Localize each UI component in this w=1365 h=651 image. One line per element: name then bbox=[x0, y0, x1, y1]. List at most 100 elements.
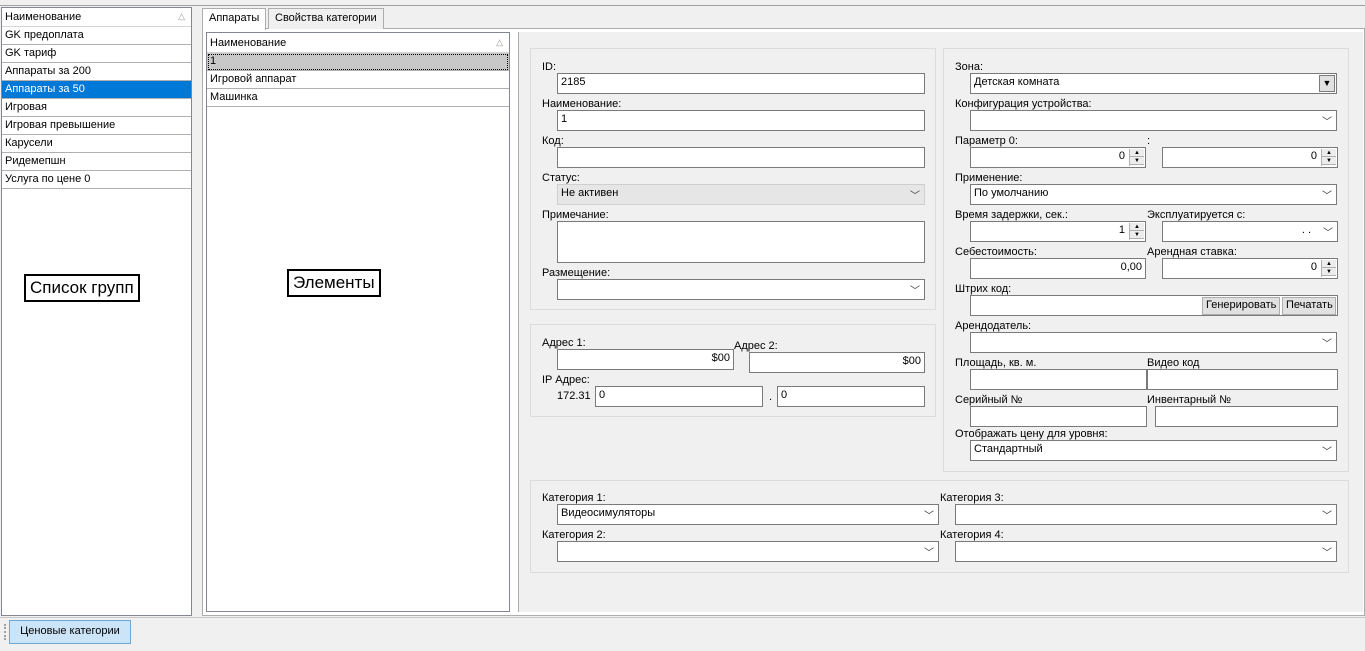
elements-list-item[interactable]: Игровой аппарат bbox=[207, 71, 509, 89]
name-field[interactable]: 1 bbox=[557, 110, 925, 131]
group-list-item[interactable]: Услуга по цене 0 bbox=[2, 171, 191, 189]
placement-select[interactable]: ﹀ bbox=[557, 279, 925, 300]
spin-up-icon[interactable]: ▲ bbox=[1130, 223, 1144, 231]
chevron-down-icon: ﹀ bbox=[1322, 117, 1332, 128]
code-label: Код: bbox=[542, 135, 564, 147]
group-list-item[interactable]: Ридемепшн bbox=[2, 153, 191, 171]
serial-field[interactable] bbox=[970, 406, 1147, 427]
group-list-item[interactable]: GK предоплата bbox=[2, 27, 191, 45]
zone-select[interactable]: Детская комната ▼ bbox=[970, 73, 1337, 94]
cost-field[interactable]: 0,00 bbox=[970, 258, 1146, 279]
device-config-select[interactable]: ﹀ bbox=[970, 110, 1337, 131]
price-level-select[interactable]: Стандартный ﹀ bbox=[970, 440, 1337, 461]
group-list[interactable]: Наименование △ GK предоплата GK тариф Ап… bbox=[1, 7, 192, 616]
video-code-field[interactable] bbox=[1147, 369, 1338, 390]
print-button[interactable]: Печатать bbox=[1282, 297, 1336, 315]
landlord-select[interactable]: ﹀ bbox=[970, 332, 1337, 353]
sort-ascending-icon: △ bbox=[178, 11, 185, 21]
zone-label: Зона: bbox=[955, 61, 984, 73]
id-field[interactable]: 2185 bbox=[557, 73, 925, 94]
spin-buttons[interactable]: ▲ ▼ bbox=[1321, 149, 1336, 166]
address2-field[interactable]: $00 bbox=[749, 352, 925, 373]
group-list-item[interactable]: Карусели bbox=[2, 135, 191, 153]
spin-buttons[interactable]: ▲ ▼ bbox=[1129, 223, 1144, 240]
param1-stepper[interactable]: 0 ▲ ▼ bbox=[1162, 147, 1338, 168]
rent-stepper[interactable]: 0 ▲ ▼ bbox=[1162, 258, 1338, 279]
param0-value: 0 bbox=[1118, 150, 1125, 162]
chevron-down-icon: ﹀ bbox=[1322, 339, 1332, 350]
serial-label: Серийный № bbox=[955, 394, 1023, 406]
group-list-item[interactable]: Игровая bbox=[2, 99, 191, 117]
inventory-field[interactable] bbox=[1155, 406, 1338, 427]
price-categories-button[interactable]: Ценовые категории bbox=[9, 620, 131, 644]
video-code-label: Видео код bbox=[1147, 357, 1200, 369]
category2-select[interactable]: ﹀ bbox=[557, 541, 939, 562]
spin-down-icon[interactable]: ▼ bbox=[1130, 231, 1144, 239]
chevron-down-icon: ﹀ bbox=[1322, 191, 1332, 202]
elements-list[interactable]: Наименование △ 1 Игровой аппарат Машинка bbox=[206, 32, 510, 612]
spin-down-icon[interactable]: ▼ bbox=[1322, 268, 1336, 276]
category3-label: Категория 3: bbox=[940, 492, 1004, 504]
spin-up-icon[interactable]: ▲ bbox=[1322, 260, 1336, 268]
apply-select-value: По умолчанию bbox=[974, 187, 1049, 199]
area-field[interactable] bbox=[970, 369, 1147, 390]
spin-down-icon[interactable]: ▼ bbox=[1130, 157, 1144, 165]
delay-stepper[interactable]: 1 ▲ ▼ bbox=[970, 221, 1146, 242]
zone-select-value: Детская комната bbox=[974, 76, 1060, 88]
tab-category-properties[interactable]: Свойства категории bbox=[268, 8, 384, 29]
ip-octet4-field[interactable]: 0 bbox=[777, 386, 925, 407]
param0-label: Параметр 0: bbox=[955, 135, 1018, 147]
group-list-item[interactable]: GK тариф bbox=[2, 45, 191, 63]
group-list-item[interactable]: Аппараты за 200 bbox=[2, 63, 191, 81]
chevron-down-icon: ﹀ bbox=[910, 286, 920, 297]
elements-list-item-selected[interactable]: 1 bbox=[207, 53, 509, 71]
status-select[interactable]: Не активен ﹀ bbox=[557, 184, 925, 205]
elements-list-header[interactable]: Наименование △ bbox=[207, 33, 509, 53]
exploited-since-date[interactable]: . . ﹀ bbox=[1162, 221, 1338, 242]
note-textarea[interactable] bbox=[557, 221, 925, 263]
spin-buttons[interactable]: ▲ ▼ bbox=[1321, 260, 1336, 277]
apply-select[interactable]: По умолчанию ﹀ bbox=[970, 184, 1337, 205]
id-label: ID: bbox=[542, 61, 557, 73]
group-list-item-selected[interactable]: Аппараты за 50 bbox=[2, 81, 191, 99]
category4-select[interactable]: ﹀ bbox=[955, 541, 1337, 562]
spin-down-icon[interactable]: ▼ bbox=[1322, 157, 1336, 165]
area-label: Площадь, кв. м. bbox=[955, 357, 1037, 369]
tab-devices[interactable]: Аппараты bbox=[202, 8, 267, 30]
category1-select[interactable]: Видеосимуляторы ﹀ bbox=[557, 504, 939, 525]
code-field[interactable] bbox=[557, 147, 925, 168]
chevron-down-icon: ﹀ bbox=[924, 511, 934, 522]
address1-field[interactable]: $00 bbox=[557, 349, 734, 370]
elements-annotation: Элементы bbox=[287, 269, 381, 297]
spin-buttons[interactable]: ▲ ▼ bbox=[1129, 149, 1144, 166]
elements-list-item[interactable]: Машинка bbox=[207, 89, 509, 107]
generate-button[interactable]: Генерировать bbox=[1202, 297, 1280, 315]
groups-annotation: Список групп bbox=[24, 274, 140, 302]
ip-octet3-field[interactable]: 0 bbox=[595, 386, 763, 407]
ip-prefix: 172.31 bbox=[557, 390, 591, 402]
address2-label: Адрес 2: bbox=[734, 340, 778, 352]
cost-label: Себестоимость: bbox=[955, 246, 1037, 258]
chevron-down-icon: ﹀ bbox=[1322, 511, 1332, 522]
group-list-header-label: Наименование bbox=[5, 11, 82, 23]
param0-stepper[interactable]: 0 ▲ ▼ bbox=[970, 147, 1146, 168]
rent-value: 0 bbox=[1310, 261, 1317, 273]
device-config-label: Конфигурация устройства: bbox=[955, 98, 1092, 110]
sort-ascending-icon: △ bbox=[496, 37, 503, 47]
spin-up-icon[interactable]: ▲ bbox=[1322, 149, 1336, 157]
rent-label: Арендная ставка: bbox=[1147, 246, 1237, 258]
toolbar-grip-icon[interactable] bbox=[4, 624, 6, 640]
group-list-header[interactable]: Наименование △ bbox=[2, 8, 191, 27]
chevron-down-icon: ﹀ bbox=[1323, 228, 1333, 239]
ip-label: IP Адрес: bbox=[542, 374, 590, 386]
spin-up-icon[interactable]: ▲ bbox=[1130, 149, 1144, 157]
group-list-item[interactable]: Игровая превышение bbox=[2, 117, 191, 135]
category3-select[interactable]: ﹀ bbox=[955, 504, 1337, 525]
chevron-down-icon: ﹀ bbox=[924, 548, 934, 559]
exploited-since-value: . . bbox=[1301, 224, 1311, 236]
inventory-label: Инвентарный № bbox=[1147, 394, 1232, 406]
exploited-since-label: Эксплуатируется с: bbox=[1147, 209, 1246, 221]
param1-value: 0 bbox=[1310, 150, 1317, 162]
note-label: Примечание: bbox=[542, 209, 609, 221]
param-colon: : bbox=[1147, 135, 1151, 147]
